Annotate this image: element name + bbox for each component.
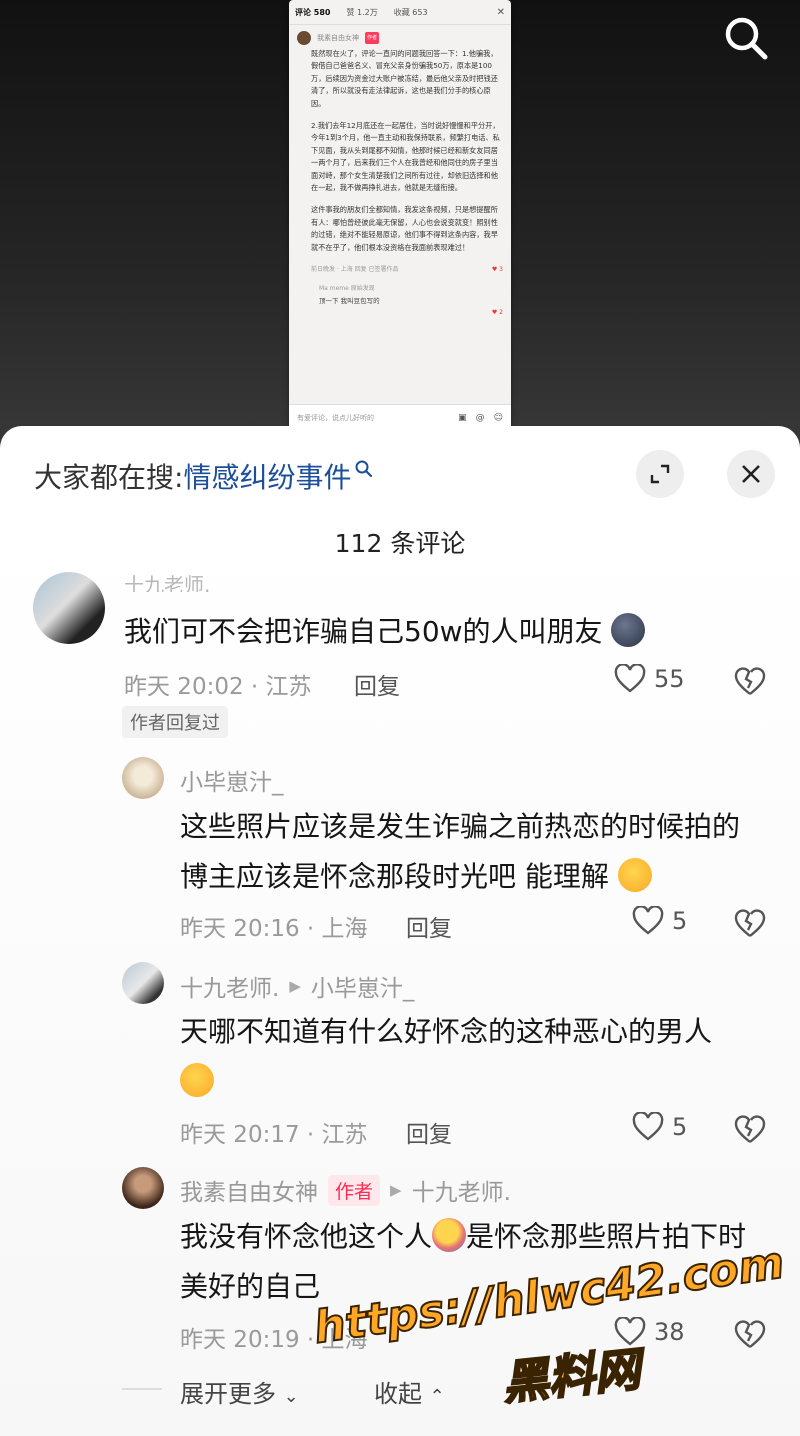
screenshot-subcomment: Ma meme 原始发现 顶一下 我叫豆包写的 ♥ 2 xyxy=(319,283,503,320)
broken-heart-icon[interactable] xyxy=(734,1319,766,1351)
unamused-emoji-icon xyxy=(180,1063,214,1097)
comment-author[interactable]: 小毕崽汁_ xyxy=(180,763,284,797)
search-button[interactable] xyxy=(722,14,770,62)
like-button[interactable]: 5 xyxy=(632,906,687,936)
search-icon xyxy=(725,17,768,60)
comment-author[interactable]: 我素自由女神 作者 ▶ 十九老师. xyxy=(180,1173,511,1207)
at-icon: @ xyxy=(475,412,485,423)
like-count: 5 xyxy=(672,1113,688,1141)
avatar[interactable] xyxy=(122,1167,164,1209)
moon-emoji-icon xyxy=(611,613,646,647)
close-button[interactable] xyxy=(727,450,775,498)
comment-text-part-1: 我没有怀念他这个人 xyxy=(180,1220,433,1253)
screenshot-like-count: ♥ 3 xyxy=(491,266,503,274)
emoji-icon: ☺ xyxy=(493,412,503,423)
hug-emoji-icon xyxy=(432,1218,467,1252)
comment-text: 这些照片应该是发生诈骗之前热恋的时候拍的 博主应该是怀念那段时光吧 能理解 xyxy=(180,802,770,902)
close-icon xyxy=(742,465,760,483)
comment-author-name: 我素自由女神 xyxy=(180,1180,318,1206)
broken-heart-icon[interactable] xyxy=(734,1114,766,1146)
shy-emoji-icon xyxy=(617,858,652,892)
screenshot-tabs: 评论 580 赞 1.2万 收藏 653 ✕ xyxy=(289,0,511,25)
screenshot-tab-comments: 评论 580 xyxy=(295,7,331,17)
author-tag: 作者 xyxy=(328,1174,381,1206)
screenshot-paragraph-3: 这件事我的朋友们全都知情，我发这条视频，只是想提醒所有人：哪怕曾经彼此毫无保留，… xyxy=(311,205,498,252)
screenshot-tab-likes: 赞 1.2万 xyxy=(346,7,378,17)
expand-icon xyxy=(650,464,670,484)
reply-button[interactable]: 回复 xyxy=(406,909,452,943)
heart-icon xyxy=(614,664,646,693)
comment-author-name: 十九老师. xyxy=(180,976,280,1002)
screenshot-tab-favorites: 收藏 653 xyxy=(393,7,428,17)
screenshot-avatar xyxy=(297,31,311,45)
avatar[interactable] xyxy=(122,962,164,1004)
screenshot-close-icon: ✕ xyxy=(496,6,505,18)
image-icon: ▣ xyxy=(458,412,467,423)
comment-meta: 昨天 20:17 · 江苏 xyxy=(180,1122,368,1148)
screenshot-paragraph-2: 2.我们去年12月底还在一起居住，当时说好慢慢和平分开，今年1到3个月，他一直主… xyxy=(311,121,500,193)
expand-more-button[interactable]: 展开更多 ⌄ xyxy=(180,1374,299,1409)
comment-meta: 昨天 20:16 · 上海 xyxy=(180,916,368,942)
suggestion-keyword[interactable]: 情感纠纷事件 xyxy=(183,456,351,496)
screenshot-meta: 前日晚发 · 上海 回复 已签署作品 ♥ 3 xyxy=(311,264,503,276)
author-replied-badge: 作者回复过 xyxy=(122,706,228,738)
comment-text-content: 这些照片应该是发生诈骗之前热恋的时候拍的 博主应该是怀念那段时光吧 能理解 xyxy=(180,810,741,893)
comment-meta: 昨天 20:02 · 江苏 xyxy=(124,674,312,700)
chevron-down-icon: ⌄ xyxy=(283,1386,299,1407)
reply-arrow-icon: ▶ xyxy=(390,1181,402,1199)
collapse-button[interactable]: 收起 ⌃ xyxy=(374,1374,445,1409)
footer-divider xyxy=(122,1388,162,1390)
heart-icon xyxy=(632,906,664,935)
screenshot-sub-like-number: 2 xyxy=(499,309,503,317)
suggestion-label: 大家都在搜: xyxy=(34,461,184,494)
comment-author[interactable]: 十九老师. xyxy=(124,574,210,592)
broken-heart-icon[interactable] xyxy=(734,666,766,698)
heart-icon xyxy=(632,1112,664,1141)
suggestion-search-icon xyxy=(355,460,373,478)
avatar[interactable] xyxy=(122,757,164,799)
reply-button[interactable]: 回复 xyxy=(354,667,400,701)
comment-text: 我们可不会把诈骗自己50w的人叫朋友 xyxy=(124,607,646,657)
like-button[interactable]: 5 xyxy=(632,1112,687,1142)
screenshot-author-tag: 作者 xyxy=(365,31,380,45)
comment-text: 天哪不知道有什么好怀念的这种恶心的男人 xyxy=(180,1007,770,1107)
screenshot-username: 我素自由女神 xyxy=(317,33,359,42)
broken-heart-icon[interactable] xyxy=(734,908,766,940)
screenshot-sub-user: Ma meme 原始发现 xyxy=(319,284,375,292)
avatar[interactable] xyxy=(33,572,105,644)
screenshot-meta-text: 前日晚发 · 上海 回复 已签署作品 xyxy=(311,266,399,274)
like-button[interactable]: 55 xyxy=(614,664,685,694)
screenshot-input-placeholder: 有爱评论，说点儿好听的 xyxy=(297,413,374,422)
screenshot-sub-text: 顶一下 我叫豆包写的 xyxy=(319,296,380,305)
reply-arrow-icon: ▶ xyxy=(289,977,301,995)
screenshot-input-icons: ▣ @ ☺ xyxy=(458,413,503,423)
reply-button[interactable]: 回复 xyxy=(406,1115,452,1149)
expand-more-label: 展开更多 xyxy=(180,1380,276,1408)
video-screenshot[interactable]: 评论 580 赞 1.2万 收藏 653 ✕ 我素自由女神 作者 既然现在火了，… xyxy=(289,0,511,430)
like-count: 5 xyxy=(672,907,688,935)
screenshot-paragraph-1: 既然现在火了，评论一直问的问题我回答一下：1.他骗我，假借自己爸爸名义、冒充父亲… xyxy=(311,49,498,108)
search-suggestion[interactable]: 大家都在搜: 情感纠纷事件 xyxy=(34,456,375,496)
expand-button[interactable] xyxy=(636,450,684,498)
reply-to-name[interactable]: 十九老师. xyxy=(412,1173,511,1207)
reply-to-name[interactable]: 小毕崽汁_ xyxy=(311,969,415,1003)
comment-text-content: 我们可不会把诈骗自己50w的人叫朋友 xyxy=(124,615,603,648)
like-count: 55 xyxy=(654,665,685,693)
screenshot-sub-likes: ♥ 2 xyxy=(491,309,503,317)
collapse-label: 收起 xyxy=(374,1380,422,1408)
screenshot-like-number: 3 xyxy=(499,266,503,274)
like-count: 38 xyxy=(654,1318,685,1346)
comment-text-content: 天哪不知道有什么好怀念的这种恶心的男人 xyxy=(180,1015,713,1048)
chevron-up-icon: ⌃ xyxy=(429,1386,445,1407)
comment-count: 112 条评论 xyxy=(334,529,466,558)
comment-author[interactable]: 十九老师. ▶ 小毕崽汁_ xyxy=(180,969,414,1003)
